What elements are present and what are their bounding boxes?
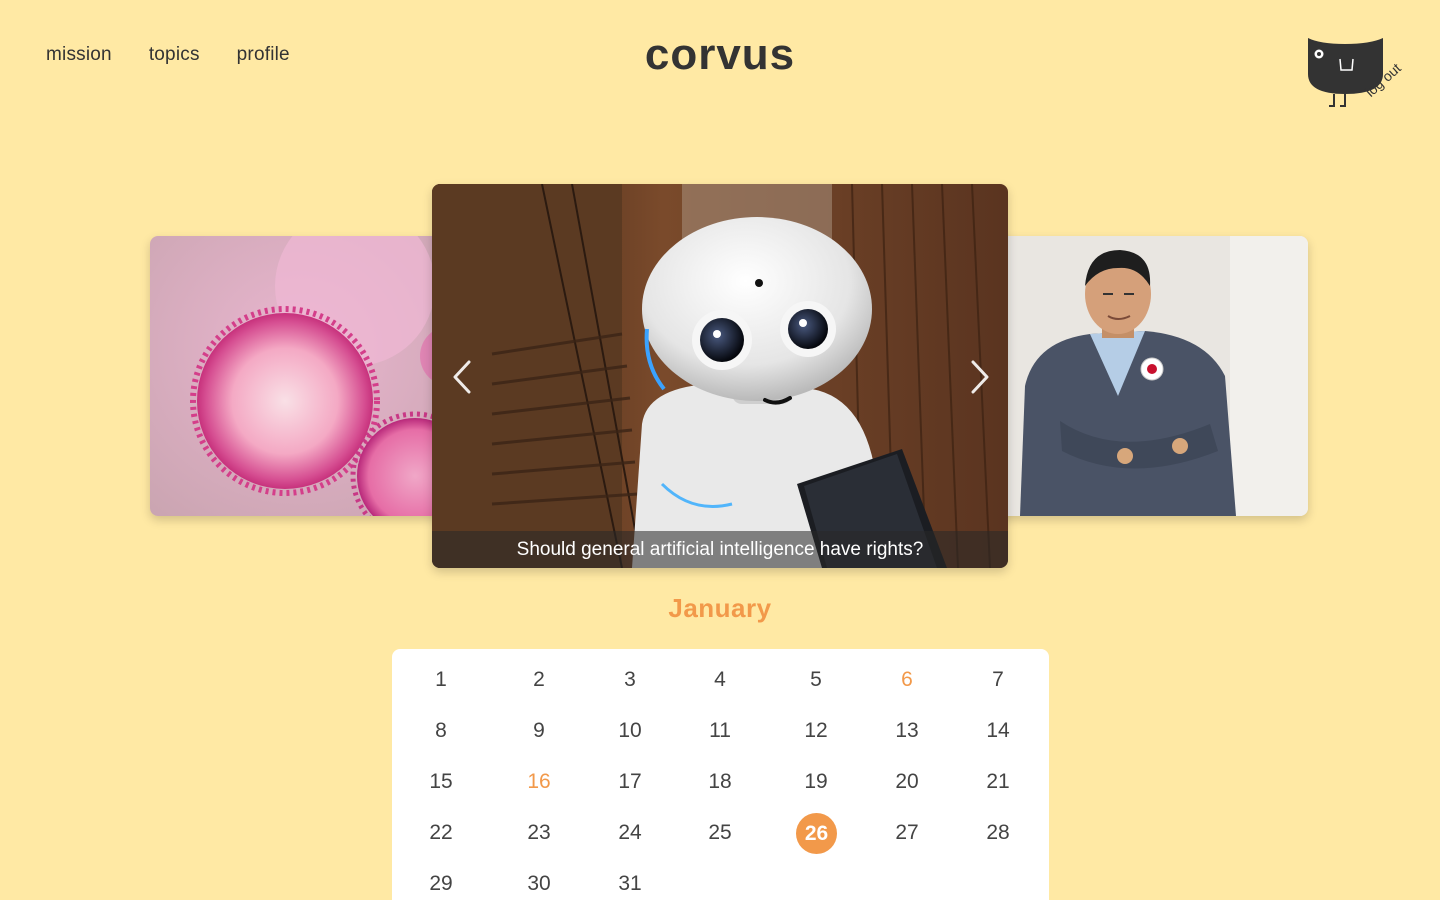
calendar-day[interactable]: 25 bbox=[698, 811, 742, 855]
calendar-day[interactable]: 17 bbox=[608, 760, 652, 804]
calendar-day[interactable]: 5 bbox=[794, 658, 838, 702]
calendar-day-selected[interactable]: 26 bbox=[796, 813, 837, 854]
calendar-day[interactable]: 20 bbox=[885, 760, 929, 804]
robot-photo bbox=[432, 184, 1008, 568]
calendar-day[interactable]: 7 bbox=[976, 658, 1020, 702]
chevron-left-icon bbox=[453, 360, 471, 394]
calendar-day[interactable]: 1 bbox=[419, 658, 463, 702]
crow-mascot-icon[interactable] bbox=[1300, 34, 1420, 124]
calendar-day[interactable]: 16 bbox=[517, 760, 561, 804]
calendar-day[interactable]: 6 bbox=[885, 658, 929, 702]
carousel-next-button[interactable] bbox=[960, 354, 1000, 400]
calendar-day[interactable]: 18 bbox=[698, 760, 742, 804]
calendar-day[interactable]: 3 bbox=[608, 658, 652, 702]
calendar-day[interactable]: 22 bbox=[419, 811, 463, 855]
carousel-slide-prev[interactable] bbox=[150, 236, 450, 516]
calendar-day[interactable]: 10 bbox=[608, 709, 652, 753]
calendar-day[interactable]: 23 bbox=[517, 811, 561, 855]
calendar-day[interactable]: 2 bbox=[517, 658, 561, 702]
calendar-day[interactable]: 11 bbox=[698, 709, 742, 753]
calendar-day[interactable]: 21 bbox=[976, 760, 1020, 804]
calendar-day[interactable]: 29 bbox=[419, 862, 463, 900]
calendar-day[interactable]: 28 bbox=[976, 811, 1020, 855]
calendar-month-title: January bbox=[668, 593, 772, 623]
calendar-day[interactable]: 4 bbox=[698, 658, 742, 702]
calendar-day[interactable]: 13 bbox=[885, 709, 929, 753]
carousel-prev-button[interactable] bbox=[442, 354, 482, 400]
virus-microscope-photo bbox=[150, 236, 450, 516]
calendar-day[interactable]: 31 bbox=[608, 862, 652, 900]
calendar-grid: 1 2 3 4 5 6 7 8 9 10 11 12 13 14 15 16 17 18 19 20 21 22 23 24 2… bbox=[392, 649, 1049, 900]
calendar-day[interactable]: 9 bbox=[517, 709, 561, 753]
carousel-slide-active[interactable]: Should general artificial intelligence h… bbox=[432, 184, 1008, 568]
calendar-day[interactable]: 27 bbox=[885, 811, 929, 855]
calendar-day[interactable]: 15 bbox=[419, 760, 463, 804]
man-portrait-photo bbox=[990, 236, 1308, 516]
calendar-day[interactable]: 24 bbox=[608, 811, 652, 855]
calendar-day[interactable]: 30 bbox=[517, 862, 561, 900]
carousel-slide-next[interactable] bbox=[990, 236, 1308, 516]
calendar-day[interactable]: 8 bbox=[419, 709, 463, 753]
slide-caption[interactable]: Should general artificial intelligence h… bbox=[432, 531, 1008, 568]
page: mission topics profile corvus log out Sh… bbox=[0, 0, 1440, 900]
calendar-day[interactable]: 19 bbox=[794, 760, 838, 804]
chevron-right-icon bbox=[971, 360, 989, 394]
calendar-day[interactable]: 14 bbox=[976, 709, 1020, 753]
calendar-day[interactable]: 12 bbox=[794, 709, 838, 753]
site-logo-title[interactable]: corvus bbox=[0, 30, 1440, 80]
